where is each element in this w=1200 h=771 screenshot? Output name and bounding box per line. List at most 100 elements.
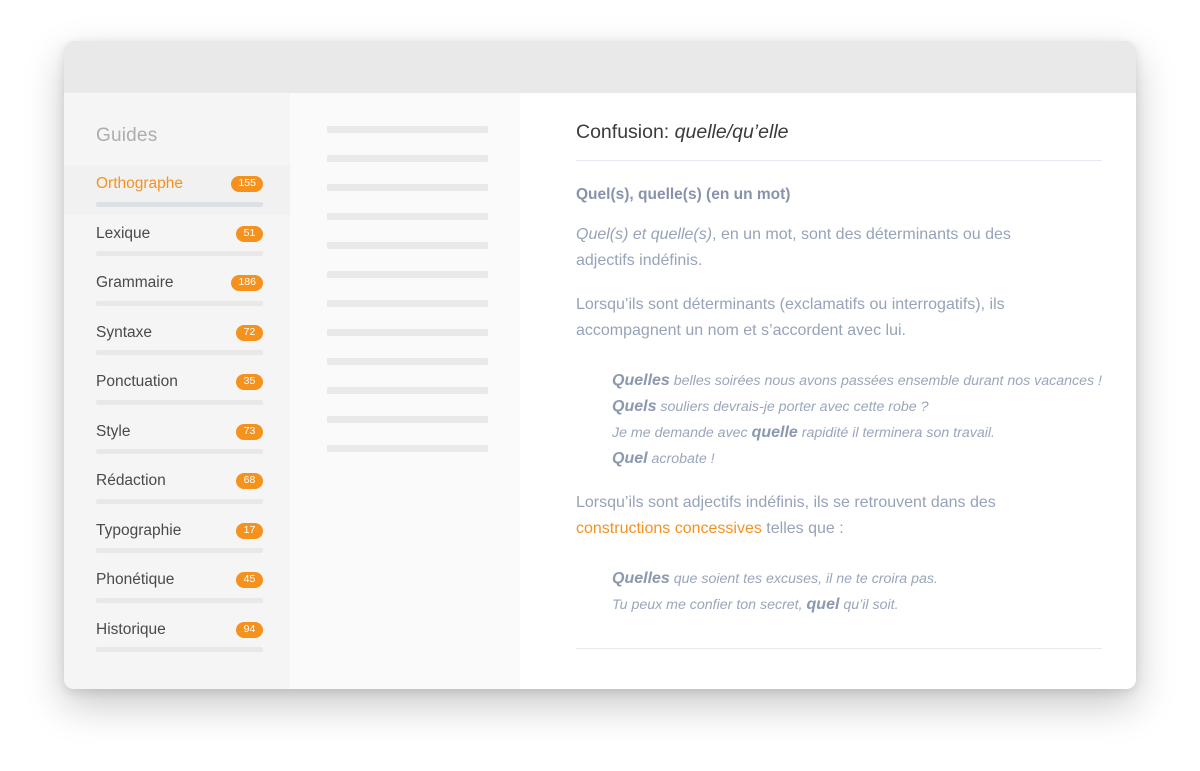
- sidebar-item-grammaire[interactable]: Grammaire 186: [64, 264, 290, 314]
- sidebar-item-label: Grammaire: [96, 274, 174, 291]
- example-post: que soient tes excuses, il ne te croira …: [669, 571, 938, 587]
- sidebar-item-label: Orthographe: [96, 175, 184, 192]
- sidebar-item-ponctuation[interactable]: Ponctuation 35: [64, 363, 290, 413]
- sidebar-item-lexique[interactable]: Lexique 51: [64, 215, 290, 265]
- paragraph-3-pre: Lorsqu’ils sont adjectifs indéfinis, ils…: [576, 494, 996, 511]
- sidebar-item-row: Lexique 51: [96, 215, 263, 253]
- sidebar-item-count-badge: 51: [236, 225, 263, 242]
- sidebar-item-divider: [96, 647, 263, 652]
- paragraph-1-italic: Quel(s) et quelle(s): [576, 226, 713, 243]
- concessive-constructions-link[interactable]: constructions concessives: [576, 520, 762, 537]
- example-emphasis: quelle: [751, 424, 798, 441]
- paragraph-3-post: telles que :: [761, 520, 844, 537]
- example-emphasis: Quelles: [612, 372, 670, 389]
- sidebar-item-typographie[interactable]: Typographie 17: [64, 512, 290, 562]
- screenshot-stage: Guides Orthographe 155 Lexique 51 Grammaire 1…: [0, 0, 1200, 771]
- sidebar-item-count-badge: 17: [236, 522, 263, 539]
- sidebar-item-label: Historique: [96, 620, 166, 638]
- article-bottom-divider: [576, 648, 1102, 649]
- sidebar-item-label: Ponctuation: [96, 373, 178, 390]
- sidebar-item-divider: [96, 300, 263, 306]
- article-paragraph-1: Quel(s) et quelle(s), en un mot, sont de…: [576, 222, 1046, 274]
- sidebar-item-label: Style: [96, 422, 131, 440]
- list-item[interactable]: [327, 329, 488, 336]
- example-pre: Tu peux me confier ton secret,: [612, 597, 807, 613]
- example-block-2: Quelles que soient tes excuses, il ne te…: [576, 566, 1102, 618]
- list-item[interactable]: [327, 242, 488, 249]
- sidebar-item-label: Syntaxe: [96, 323, 153, 341]
- sidebar-nav: Orthographe 155 Lexique 51 Grammaire 186 Synta…: [64, 165, 290, 660]
- example-emphasis: Quelles: [612, 570, 670, 587]
- article-title-prefix: Confusion:: [576, 121, 675, 143]
- sidebar-item-count-badge: 35: [236, 374, 263, 390]
- sidebar-item-divider: [96, 449, 263, 454]
- example-block-1: Quelles belles soirées nous avons passée…: [576, 368, 1102, 472]
- sidebar-item-divider: [96, 251, 263, 256]
- sidebar-item-row: Typographie 17: [96, 512, 263, 550]
- list-item[interactable]: [327, 126, 488, 133]
- list-item[interactable]: [327, 445, 488, 452]
- example-line: Quelles que soient tes excuses, il ne te…: [612, 566, 1102, 592]
- sidebar-item-count-badge: 155: [231, 176, 263, 192]
- list-item[interactable]: [327, 184, 488, 191]
- sidebar-item-redaction[interactable]: Rédaction 68: [64, 462, 290, 512]
- sidebar-item-style[interactable]: Style 73: [64, 413, 290, 463]
- example-post: qu’il soit.: [839, 597, 899, 613]
- sidebar-item-divider: [96, 498, 263, 504]
- sidebar-item-divider: [96, 350, 263, 355]
- sidebar-item-row: Rédaction 68: [96, 462, 263, 500]
- list-item[interactable]: [327, 416, 488, 423]
- sidebar-item-row: Grammaire 186: [96, 264, 263, 302]
- article-paragraph-2: Lorsqu’ils sont déterminants (exclamatif…: [576, 296, 1005, 339]
- sidebar-item-label: Typographie: [96, 521, 182, 539]
- sidebar: Guides Orthographe 155 Lexique 51 Grammaire 1…: [64, 93, 290, 689]
- window-body: Guides Orthographe 155 Lexique 51 Grammaire 1…: [64, 93, 1136, 689]
- sidebar-item-divider: [96, 548, 263, 553]
- article-title: Confusion: quelle/qu’elle: [576, 121, 1102, 161]
- sidebar-item-count-badge: 45: [236, 572, 263, 588]
- example-emphasis: Quels: [612, 398, 657, 415]
- sidebar-title: Guides: [96, 125, 158, 146]
- sidebar-item-divider: [96, 201, 263, 207]
- sidebar-item-label: Phonétique: [96, 571, 175, 588]
- sidebar-item-label: Lexique: [96, 224, 151, 242]
- sidebar-item-count-badge: 94: [236, 621, 263, 638]
- sidebar-item-count-badge: 73: [236, 423, 263, 440]
- app-window: Guides Orthographe 155 Lexique 51 Grammaire 1…: [64, 41, 1136, 689]
- sidebar-item-historique[interactable]: Historique 94: [64, 611, 290, 661]
- sidebar-item-row: Ponctuation 35: [96, 363, 263, 401]
- list-item[interactable]: [327, 300, 488, 307]
- article-subheading: Quel(s), quelle(s) (en un mot): [576, 186, 791, 203]
- sidebar-item-syntaxe[interactable]: Syntaxe 72: [64, 314, 290, 364]
- list-item[interactable]: [327, 271, 488, 278]
- example-post: souliers devrais-je porter avec cette ro…: [656, 399, 929, 415]
- list-item[interactable]: [327, 213, 488, 220]
- sidebar-item-count-badge: 186: [231, 275, 263, 291]
- sidebar-item-divider: [96, 399, 263, 405]
- example-emphasis: quel: [806, 596, 840, 613]
- sidebar-item-divider: [96, 597, 263, 603]
- list-item[interactable]: [327, 387, 488, 394]
- article-paragraph-3: Lorsqu’ils sont adjectifs indéfinis, ils…: [576, 490, 1046, 542]
- sidebar-item-row: Historique 94: [96, 611, 263, 649]
- example-line: Quelles belles soirées nous avons passée…: [612, 368, 1102, 394]
- example-line: Quels souliers devrais-je porter avec ce…: [612, 394, 1102, 420]
- example-post: belles soirées nous avons passées ensemb…: [669, 373, 1102, 389]
- sidebar-item-label: Rédaction: [96, 472, 166, 489]
- list-item[interactable]: [327, 155, 488, 162]
- sidebar-item-orthographe[interactable]: Orthographe 155: [64, 165, 290, 215]
- example-post: acrobate !: [647, 451, 715, 467]
- sidebar-item-row: Syntaxe 72: [96, 314, 263, 352]
- example-post: rapidité il terminera son travail.: [797, 425, 995, 441]
- sidebar-item-count-badge: 68: [236, 473, 263, 489]
- sidebar-item-phonetique[interactable]: Phonétique 45: [64, 561, 290, 611]
- article-pane: Confusion: quelle/qu’elle Quel(s), quell…: [520, 93, 1136, 689]
- list-item[interactable]: [327, 358, 488, 365]
- sidebar-item-row: Orthographe 155: [96, 165, 263, 203]
- example-pre: Je me demande avec: [612, 425, 752, 441]
- placeholder-list: [327, 126, 488, 474]
- example-line: Je me demande avec quelle rapidité il te…: [612, 420, 1102, 446]
- article-list-column: [290, 93, 520, 689]
- article-title-italic: quelle/qu’elle: [674, 121, 789, 143]
- sidebar-item-row: Style 73: [96, 413, 263, 451]
